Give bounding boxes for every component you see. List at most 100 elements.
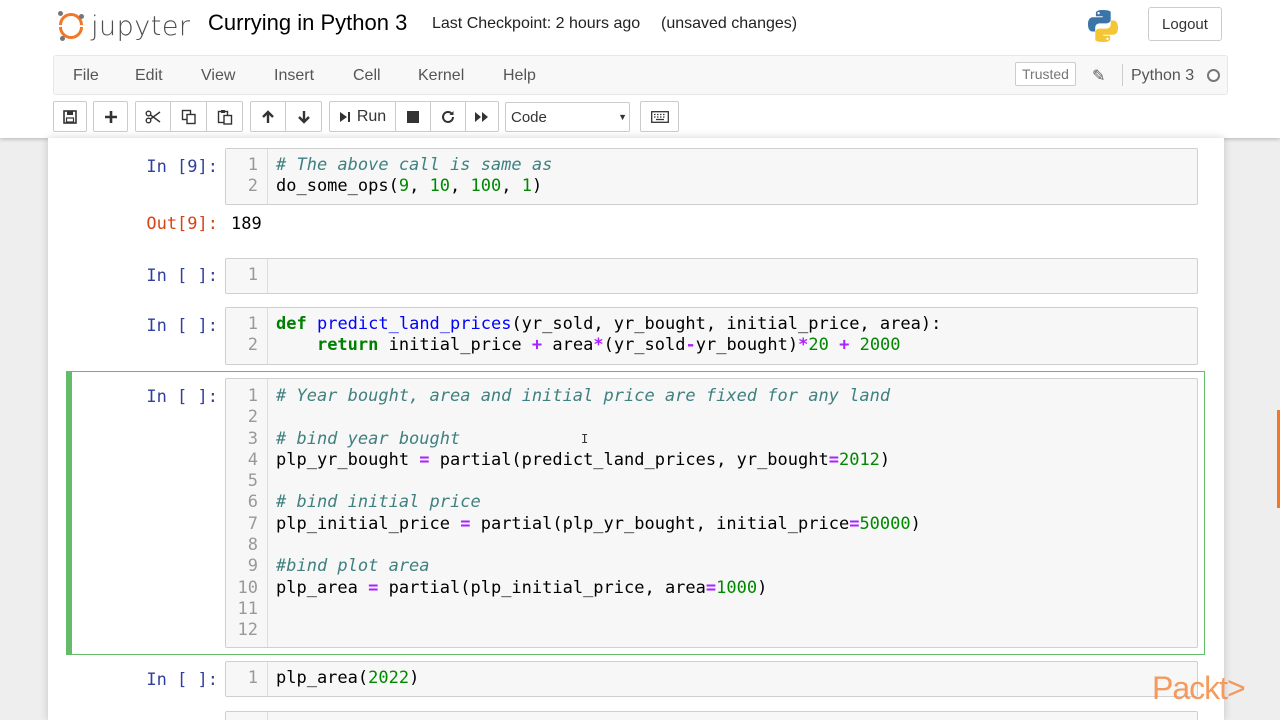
code-cell[interactable]: In [ ]: 1 plp_area(2022)	[48, 661, 1224, 701]
cell-type-value: Code	[511, 109, 547, 126]
code-comment: # Year bought, area and initial price ar…	[276, 386, 891, 406]
line-number: 2	[247, 335, 258, 356]
line-number: 4	[247, 449, 258, 470]
line-number: 12	[237, 620, 258, 641]
line-number-gutter	[226, 712, 268, 720]
code-editor[interactable]: 1	[225, 258, 1198, 294]
paste-icon	[217, 109, 232, 125]
input-prompt: In [ ]:	[146, 316, 218, 336]
kernel-name[interactable]: Python 3	[1131, 67, 1194, 85]
menu-kernel[interactable]: Kernel	[418, 67, 464, 85]
move-cell-up-button[interactable]	[250, 101, 286, 132]
code-line: plp_initial_price = partial(plp_yr_bough…	[276, 513, 921, 534]
notebook-container: In [9]: 1 # The above call is same as 2 do…	[48, 138, 1224, 720]
menu-insert[interactable]: Insert	[274, 67, 314, 85]
menu-file[interactable]: File	[73, 67, 99, 85]
code-comment: # The above call is same as	[276, 155, 553, 175]
code-editor[interactable]: 1 # The above call is same as 2 do_some_op…	[225, 148, 1198, 205]
code-editor[interactable]: 1 def predict_land_prices(yr_sold, yr_bou…	[225, 307, 1198, 365]
line-number: 8	[247, 535, 258, 556]
save-icon	[63, 109, 77, 124]
scissors-icon	[145, 110, 161, 123]
chevron-down-icon: ▼	[618, 112, 627, 122]
interrupt-kernel-button[interactable]	[395, 101, 431, 132]
text-cursor-icon: I	[581, 432, 589, 446]
logout-button[interactable]: Logout	[1148, 7, 1222, 41]
run-cell-button[interactable]: Run	[329, 101, 396, 132]
line-number: 5	[247, 471, 258, 492]
save-button[interactable]	[53, 101, 87, 132]
code-line: return initial_price + area*(yr_sold-yr_…	[316, 335, 901, 356]
notebook-title[interactable]: Currying in Python 3	[208, 10, 407, 36]
python-logo-icon	[1088, 10, 1118, 42]
paste-cell-button[interactable]	[206, 101, 243, 132]
code-cell[interactable]: In [ ]: 1 def predict_land_prices(yr_sold…	[48, 307, 1224, 365]
code-line: def predict_land_prices(yr_sold, yr_boug…	[276, 314, 942, 334]
menu-help[interactable]: Help	[503, 67, 536, 85]
line-number: 7	[247, 513, 258, 534]
run-button-label: Run	[356, 107, 387, 125]
insert-cell-below-button[interactable]	[93, 101, 128, 132]
keyboard-icon	[650, 110, 669, 123]
code-editor[interactable]: 1 plp_area(2022)	[225, 661, 1198, 697]
plus-icon	[104, 110, 117, 123]
edit-mode-pencil-icon: ✎	[1092, 68, 1106, 85]
cell-type-select[interactable]: Code ▼	[505, 102, 630, 132]
input-prompt: In [ ]:	[146, 670, 218, 690]
line-number: 1	[247, 314, 258, 334]
menu-view[interactable]: View	[201, 67, 235, 85]
input-prompt: In [ ]:	[146, 387, 218, 407]
code-cell[interactable]: In [9]: 1 # The above call is same as 2 do…	[48, 148, 1224, 248]
cut-cell-button[interactable]	[135, 101, 171, 132]
code-cell[interactable]	[48, 711, 1224, 720]
line-number: 1	[247, 155, 258, 175]
fast-forward-icon	[475, 111, 488, 122]
packt-watermark: Packt>	[1152, 670, 1246, 706]
copy-cell-button[interactable]	[170, 101, 207, 132]
restart-run-all-button[interactable]	[465, 101, 499, 132]
code-comment: # bind year bought	[276, 428, 461, 449]
code-cell[interactable]: In [ ]: 1	[48, 258, 1224, 298]
jupyter-logo[interactable]: jupyter	[57, 8, 191, 44]
trusted-indicator[interactable]: Trusted	[1015, 62, 1076, 86]
line-number: 1	[247, 668, 258, 688]
menu-cell[interactable]: Cell	[353, 67, 381, 85]
input-prompt: In [ ]:	[146, 266, 218, 286]
code-editor[interactable]: 1 # Year bought, area and initial price a…	[225, 378, 1198, 648]
code-comment: #bind plot area	[276, 556, 430, 577]
code-line: plp_area(2022)	[276, 668, 420, 688]
menubar: File Edit View Insert Cell Kernel Help T…	[53, 55, 1228, 95]
stop-icon	[407, 110, 419, 123]
line-number: 1	[247, 386, 258, 406]
jupyter-wordmark: jupyter	[91, 10, 191, 42]
line-number: 1	[247, 265, 258, 285]
cell-output: 189	[231, 214, 262, 234]
line-number: 2	[247, 176, 258, 197]
refresh-icon	[442, 110, 454, 123]
checkpoint-status: Last Checkpoint: 2 hours ago	[432, 15, 641, 32]
restart-kernel-button[interactable]	[430, 101, 466, 132]
step-forward-icon	[339, 111, 350, 122]
code-line: plp_yr_bought = partial(predict_land_pri…	[276, 449, 891, 470]
menubar-divider	[1122, 64, 1123, 86]
code-line: plp_area = partial(plp_initial_price, ar…	[276, 577, 768, 598]
line-number: 11	[237, 598, 258, 619]
autosave-status: (unsaved changes)	[661, 15, 798, 32]
selected-code-cell[interactable]: In [ ]: 1 # Year bought, area and initial…	[66, 371, 1205, 655]
code-comment: # bind initial price	[276, 492, 481, 513]
code-editor[interactable]	[225, 711, 1198, 720]
command-palette-button[interactable]	[640, 101, 679, 132]
line-number: 3	[247, 428, 258, 449]
kernel-idle-indicator-icon	[1207, 69, 1220, 82]
menu-edit[interactable]: Edit	[135, 67, 163, 85]
line-number: 6	[247, 492, 258, 513]
input-prompt: In [9]:	[146, 157, 218, 177]
copy-icon	[181, 109, 196, 124]
notebook-header: jupyter Currying in Python 3 Last Checkp…	[0, 0, 1280, 138]
move-cell-down-button[interactable]	[285, 101, 322, 132]
jupyter-icon	[57, 11, 85, 41]
line-number: 10	[237, 577, 258, 598]
line-number: 9	[247, 556, 258, 577]
arrow-up-icon	[262, 109, 274, 123]
code-line: do_some_ops(9, 10, 100, 1)	[276, 176, 543, 197]
